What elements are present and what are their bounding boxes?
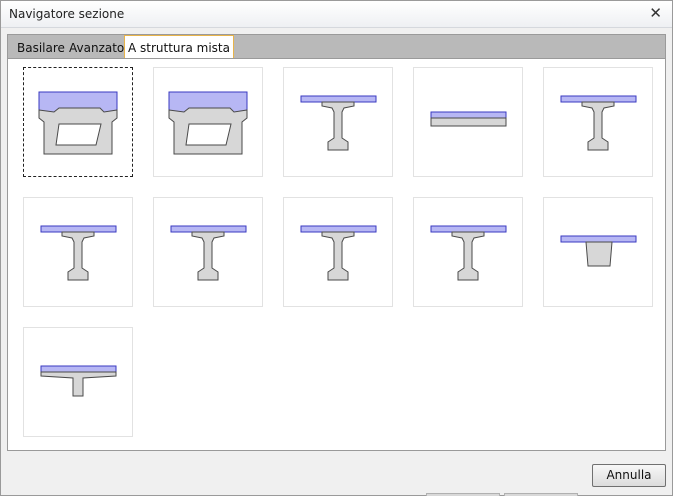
i-beam-section-2[interactable] bbox=[543, 67, 653, 177]
i-beam-slab-icon bbox=[430, 225, 507, 281]
box-girder-section-1[interactable] bbox=[23, 67, 133, 177]
box-girder-icon bbox=[168, 91, 248, 155]
tab-avanzato[interactable]: Avanzato bbox=[66, 38, 127, 59]
i-beam-slab-icon bbox=[40, 225, 117, 281]
i-beam-slab-icon bbox=[170, 225, 247, 281]
tab-a-struttura-mista[interactable]: A struttura mista bbox=[124, 35, 234, 60]
t-beam-icon bbox=[40, 365, 117, 397]
tab-basilare[interactable]: Basilare bbox=[14, 38, 68, 59]
i-beam-section-6[interactable] bbox=[413, 197, 523, 307]
i-beam-section-4[interactable] bbox=[153, 197, 263, 307]
i-beam-section-5[interactable] bbox=[283, 197, 393, 307]
dialog-footer bbox=[1, 452, 672, 495]
i-beam-section-1[interactable] bbox=[283, 67, 393, 177]
t-beam-section[interactable] bbox=[23, 327, 133, 437]
window-title: Navigatore sezione bbox=[9, 7, 125, 21]
title-bar: Navigatore sezione ✕ bbox=[1, 1, 672, 28]
i-beam-section-3[interactable] bbox=[23, 197, 133, 307]
box-girder-section-2[interactable] bbox=[153, 67, 263, 177]
cancel-button[interactable]: Annulla bbox=[592, 464, 666, 487]
tapered-beam-icon bbox=[560, 235, 637, 267]
i-beam-slab-icon bbox=[300, 95, 377, 151]
tapered-beam-section[interactable] bbox=[543, 197, 653, 307]
section-navigator-window: Navigatore sezione ✕ Basilare Avanzato A… bbox=[0, 0, 673, 496]
close-icon[interactable]: ✕ bbox=[649, 4, 662, 22]
section-gallery bbox=[7, 58, 666, 451]
flat-slab-section[interactable] bbox=[413, 67, 523, 177]
tab-strip: Basilare Avanzato A struttura mista bbox=[7, 34, 666, 60]
flat-slab-icon bbox=[430, 111, 507, 127]
box-girder-icon bbox=[38, 91, 118, 155]
i-beam-slab-icon bbox=[300, 225, 377, 281]
i-beam-slab-icon bbox=[560, 95, 637, 151]
